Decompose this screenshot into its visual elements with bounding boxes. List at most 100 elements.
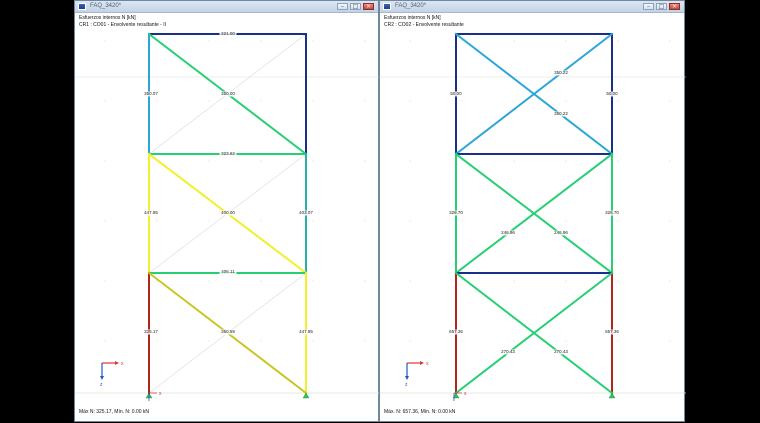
grid-dot xyxy=(669,220,671,222)
grid-dot xyxy=(312,280,314,282)
x-axis-label: x xyxy=(426,361,429,367)
grid-dot xyxy=(260,160,262,162)
grid-dot xyxy=(513,280,515,282)
grid-dot xyxy=(617,280,619,282)
result-value-label: 657.36 xyxy=(605,329,619,334)
result-value-label: 350.22 xyxy=(554,70,568,75)
grid-dot xyxy=(208,100,210,102)
grid-dot xyxy=(565,100,567,102)
origin-x-label: x xyxy=(464,391,467,397)
grid-dot xyxy=(461,280,463,282)
left-window[interactable]: FAQ_3420* – □ × Esfuerzos internos N [kN… xyxy=(74,0,380,423)
result-value-label: 328.70 xyxy=(449,210,463,215)
x-axis-arrow-icon xyxy=(115,361,119,365)
grid-dot xyxy=(104,40,106,42)
grid-dot xyxy=(104,220,106,222)
right-structure-view[interactable]: 50.00 50.00 350.22 350.22 328.70 328.70 246.96… xyxy=(380,1,686,423)
result-value-label: 50.00 xyxy=(606,91,618,96)
grid-dot xyxy=(312,220,314,222)
grid-dot xyxy=(260,220,262,222)
grid-dot xyxy=(669,100,671,102)
result-value-label: 350.07 xyxy=(144,91,158,96)
grid-dot xyxy=(364,40,366,42)
grid-dot xyxy=(156,220,158,222)
grid-dot xyxy=(565,340,567,342)
grid-dot xyxy=(104,280,106,282)
grid-dot xyxy=(364,340,366,342)
result-value-label: 50.00 xyxy=(450,91,462,96)
grid-dot xyxy=(104,340,106,342)
support-icon xyxy=(302,392,310,399)
result-value-label: 221.00 xyxy=(221,31,235,36)
grid-dot xyxy=(409,280,411,282)
grid-dot xyxy=(409,100,411,102)
result-value-label: 246.96 xyxy=(501,230,515,235)
grid-dot xyxy=(104,160,106,162)
grid-dot xyxy=(461,100,463,102)
right-window[interactable]: FAQ_3420* – □ × Esfuerzos internos N [kN… xyxy=(379,0,686,423)
grid-dot xyxy=(461,220,463,222)
grid-dot xyxy=(669,160,671,162)
grid-dot xyxy=(617,160,619,162)
grid-dot xyxy=(669,340,671,342)
x-axis-arrow-icon xyxy=(420,361,424,365)
grid-dot xyxy=(260,340,262,342)
grid-dot xyxy=(565,160,567,162)
z-axis-arrow-icon xyxy=(405,376,409,380)
grid-dot xyxy=(617,100,619,102)
result-value-label: 406.11 xyxy=(221,269,235,274)
grid-dot xyxy=(409,40,411,42)
grid-dot xyxy=(461,160,463,162)
result-value-label: 325.17 xyxy=(144,329,158,334)
result-value-label: 350.00 xyxy=(221,91,235,96)
grid-dot xyxy=(409,220,411,222)
grid-dot xyxy=(409,160,411,162)
grid-dot xyxy=(669,40,671,42)
grid-dot xyxy=(260,100,262,102)
z-axis-label: z xyxy=(405,382,408,388)
z-axis-label: z xyxy=(100,382,103,388)
grid-dot xyxy=(409,340,411,342)
grid-dot xyxy=(513,100,515,102)
result-value-label: 447.95 xyxy=(144,210,158,215)
result-value-label: 350.22 xyxy=(554,111,568,116)
grid-dot xyxy=(260,40,262,42)
result-value-label: 270.43 xyxy=(501,349,515,354)
grid-dot xyxy=(104,100,106,102)
grid-dot xyxy=(156,340,158,342)
grid-dot xyxy=(565,40,567,42)
grid-dot xyxy=(364,280,366,282)
grid-dot xyxy=(208,340,210,342)
result-value-label: 270.43 xyxy=(554,349,568,354)
grid-dot xyxy=(208,160,210,162)
left-structure-view[interactable]: 221.00 350.07 350.00 323.62 447.95 400.00 403.… xyxy=(75,1,380,423)
grid-dot xyxy=(364,100,366,102)
result-value-label: 447.95 xyxy=(299,329,313,334)
left-status: Máx N: 325.17, Mín. N: 0.00 kN xyxy=(79,409,150,415)
grid-dot xyxy=(156,280,158,282)
grid-dot xyxy=(312,100,314,102)
grid-dot xyxy=(156,100,158,102)
result-value-label: 350.59 xyxy=(221,329,235,334)
right-status: Máx. N: 657.36, Mín. N: 0.00 kN xyxy=(384,409,456,415)
grid-dot xyxy=(312,40,314,42)
result-value-label: 657.36 xyxy=(449,329,463,334)
grid-dot xyxy=(617,40,619,42)
z-axis-arrow-icon xyxy=(100,376,104,380)
grid-dot xyxy=(669,280,671,282)
grid-dot xyxy=(513,160,515,162)
grid-dot xyxy=(312,340,314,342)
grid-dot xyxy=(513,40,515,42)
grid-dot xyxy=(312,160,314,162)
grid-dot xyxy=(260,280,262,282)
grid-dot xyxy=(617,340,619,342)
grid-dot xyxy=(364,220,366,222)
grid-dot xyxy=(208,40,210,42)
grid-dot xyxy=(565,220,567,222)
origin-x-label: x xyxy=(159,391,162,397)
grid-dot xyxy=(208,220,210,222)
grid-dot xyxy=(617,220,619,222)
support-icon xyxy=(608,392,616,399)
grid-dot xyxy=(513,340,515,342)
result-value-label: 403.07 xyxy=(299,210,313,215)
